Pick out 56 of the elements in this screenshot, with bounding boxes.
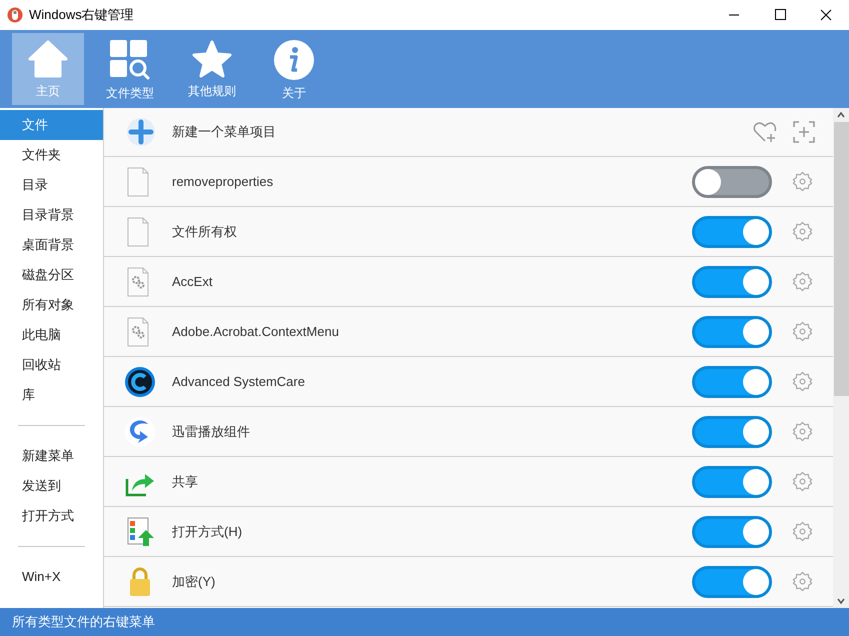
- toggle-switch[interactable]: [692, 516, 772, 548]
- sidebar-item[interactable]: 桌面背景: [0, 230, 103, 260]
- heart-plus-icon[interactable]: [753, 121, 777, 143]
- sidebar-item[interactable]: 新建菜单: [0, 441, 103, 471]
- grid-search-icon: [110, 40, 150, 80]
- status-text: 所有类型文件的右键菜单: [12, 613, 155, 632]
- swirl-icon: [124, 414, 156, 448]
- new-item-label[interactable]: 新建一个菜单项目: [172, 122, 276, 142]
- scroll-thumb[interactable]: [834, 122, 848, 396]
- item-label: removeproperties: [172, 172, 274, 191]
- toggle-switch[interactable]: [692, 466, 772, 498]
- settings-icon[interactable]: [792, 271, 813, 292]
- app-icon: [7, 7, 23, 23]
- item-label: AccExt: [172, 272, 212, 291]
- sidebar-item[interactable]: 所有对象: [0, 290, 103, 320]
- toggle-switch[interactable]: [692, 216, 772, 248]
- item-label: 加密(Y): [172, 572, 216, 591]
- disc-icon: [124, 364, 156, 398]
- settings-icon[interactable]: [792, 371, 813, 392]
- toggle-switch[interactable]: [692, 566, 772, 598]
- sidebar-item[interactable]: 目录背景: [0, 200, 103, 230]
- item-label: 共享: [172, 472, 198, 491]
- star-icon: [192, 40, 232, 78]
- item-label: Adobe.Acrobat.ContextMenu: [172, 322, 339, 341]
- window-title: Windows右键管理: [29, 6, 134, 24]
- toggle-switch[interactable]: [692, 416, 772, 448]
- info-icon: [274, 40, 314, 80]
- settings-icon[interactable]: [792, 421, 813, 442]
- settings-icon[interactable]: [792, 571, 813, 592]
- sidebar-item[interactable]: Win+X: [0, 562, 103, 592]
- sidebar-item[interactable]: 发送到: [0, 471, 103, 501]
- settings-icon[interactable]: [792, 171, 813, 192]
- item-label: 文件所有权: [172, 222, 237, 241]
- scrollbar[interactable]: [833, 108, 849, 608]
- sidebar-item[interactable]: 库: [0, 380, 103, 410]
- settings-icon[interactable]: [792, 221, 813, 242]
- sidebar-item[interactable]: 文件夹: [0, 140, 103, 170]
- plus-icon: [126, 117, 156, 147]
- toggle-switch[interactable]: [692, 316, 772, 348]
- item-label: Advanced SystemCare: [172, 372, 305, 391]
- settings-icon[interactable]: [792, 471, 813, 492]
- sidebar-item[interactable]: 磁盘分区: [0, 260, 103, 290]
- sidebar-item[interactable]: 打开方式: [0, 501, 103, 531]
- item-label: 迅雷播放组件: [172, 422, 250, 441]
- sidebar-item[interactable]: 此电脑: [0, 320, 103, 350]
- item-label: 打开方式(H): [172, 522, 242, 541]
- toggle-switch[interactable]: [692, 166, 772, 198]
- toggle-switch[interactable]: [692, 266, 772, 298]
- sidebar-item[interactable]: 回收站: [0, 350, 103, 380]
- add-icon[interactable]: [793, 121, 815, 143]
- home-icon: [28, 40, 68, 78]
- sidebar-item[interactable]: 目录: [0, 170, 103, 200]
- settings-icon[interactable]: [792, 521, 813, 542]
- sidebar-item[interactable]: 文件: [0, 110, 103, 140]
- settings-icon[interactable]: [792, 321, 813, 342]
- toggle-switch[interactable]: [692, 366, 772, 398]
